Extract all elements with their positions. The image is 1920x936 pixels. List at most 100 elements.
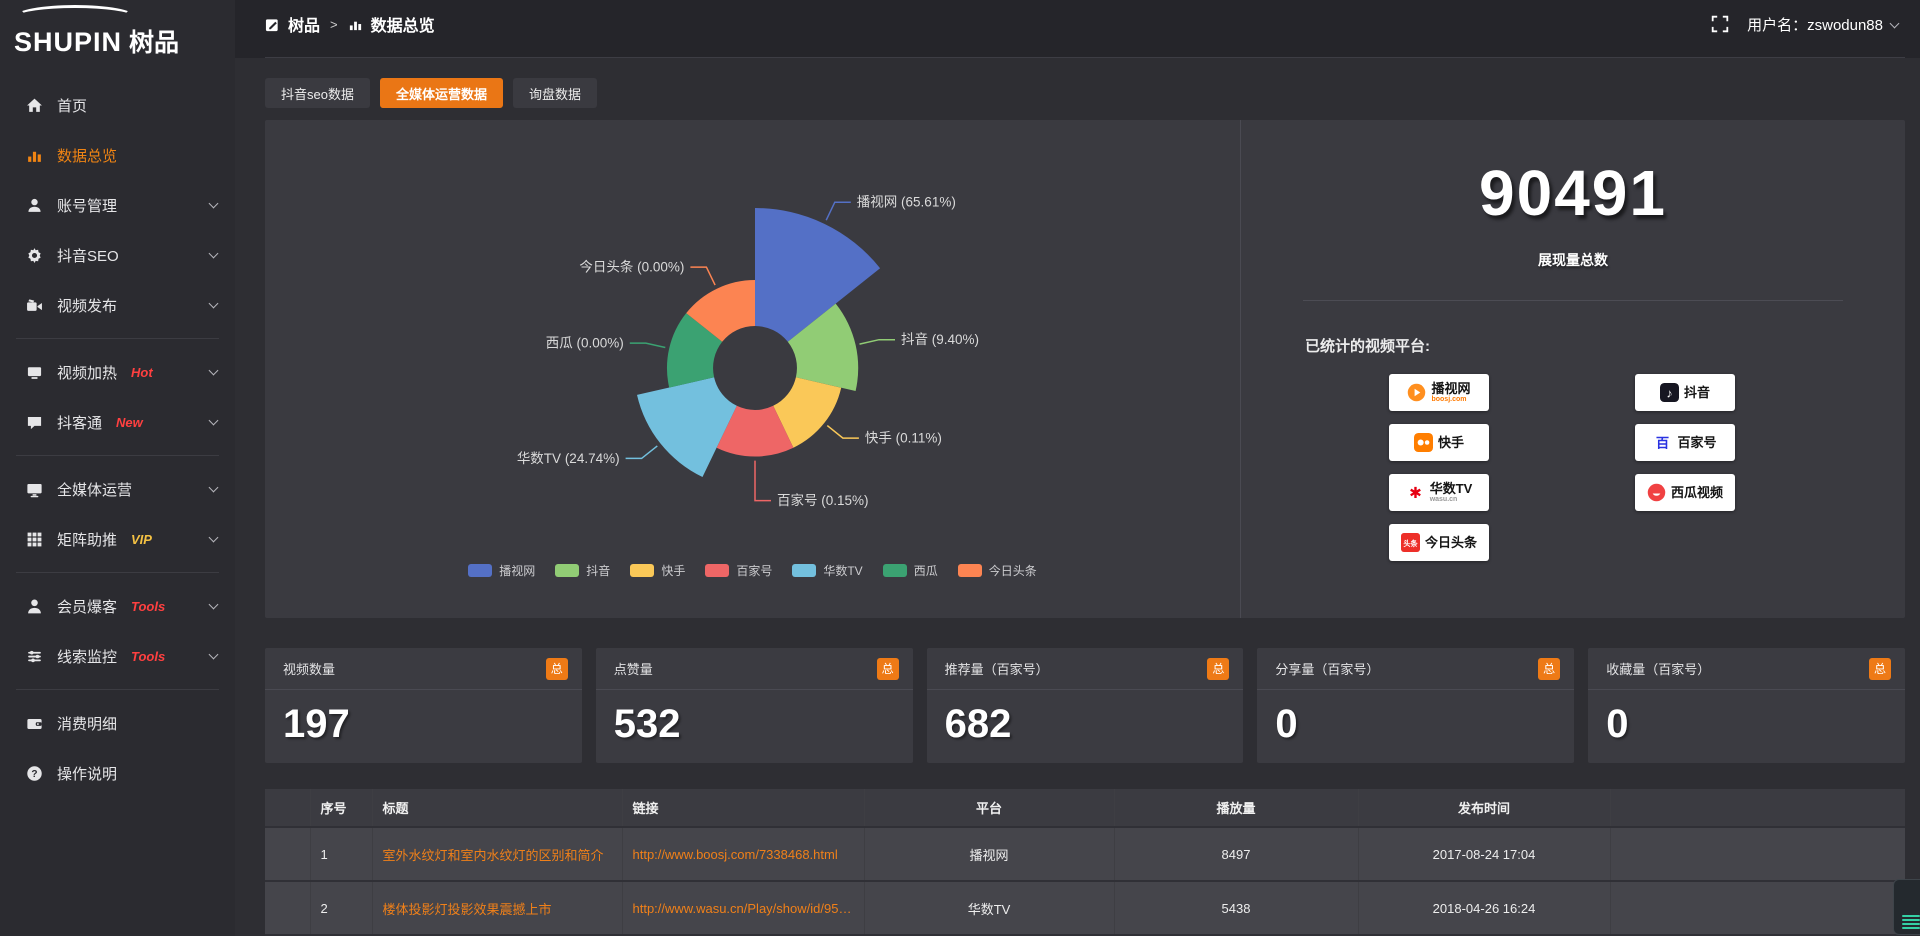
legend-item[interactable]: 百家号 (705, 562, 772, 579)
video-table: 序号标题链接平台播放量发布时间 1室外水纹灯和室内水纹灯的区别和简介http:/… (265, 789, 1905, 936)
sidebar-item-consume-detail[interactable]: 消费明细 (0, 700, 235, 746)
sidebar-item-label: 首页 (57, 95, 87, 116)
platform-grid: 播视网boosj.com♪抖音快手百百家号✱华数TVwasu.cn西瓜视频头条今… (1389, 374, 1905, 561)
douyin-logo: ♪ (1660, 383, 1679, 402)
table-header-3: 平台 (864, 789, 1114, 827)
sidebar-item-account-manage[interactable]: 账号管理 (0, 182, 235, 228)
chevron-down-icon (209, 599, 219, 609)
legend-label: 今日头条 (989, 562, 1037, 579)
sidebar-item-label: 账号管理 (57, 195, 117, 216)
breadcrumb-root[interactable]: 树品 (288, 12, 320, 36)
user-area: 用户名：zswodun88 (1711, 14, 1898, 35)
sidebar-item-op-guide[interactable]: ?操作说明 (0, 750, 235, 796)
total-badge: 总 (1869, 658, 1891, 680)
pie-label: 播视网 (65.61%) (857, 195, 956, 210)
sidebar-item-member-bake[interactable]: 会员爆客Tools (0, 583, 235, 629)
sidebar-divider (16, 338, 219, 339)
person-icon (26, 598, 43, 615)
legend-swatch (792, 564, 816, 577)
cell-link[interactable]: http://www.wasu.cn/Play/show/id/952... (622, 881, 864, 935)
pie-slice-4[interactable] (637, 377, 737, 477)
table-row-1: 2楼体投影灯投影效果震撼上市http://www.wasu.cn/Play/sh… (265, 881, 1905, 935)
legend-item[interactable]: 抖音 (555, 562, 610, 579)
select-all-header (265, 789, 310, 827)
tab-1[interactable]: 全媒体运营数据 (380, 78, 503, 108)
pie-label: 抖音 (9.40%) (901, 331, 979, 347)
svg-text:♪: ♪ (1666, 386, 1672, 400)
svg-text:?: ? (31, 768, 37, 779)
sidebar-item-badge: VIP (131, 532, 152, 547)
tab-0[interactable]: 抖音seo数据 (265, 78, 370, 108)
logo-arc-icon (16, 5, 134, 27)
stat-card-header: 收藏量（百家号）总 (1588, 648, 1905, 690)
pie-label-line (690, 267, 715, 285)
divider (1303, 300, 1843, 301)
sidebar-item-douketong[interactable]: 抖客通New (0, 399, 235, 445)
table-header-empty (1610, 789, 1905, 827)
kuaishou-logo (1414, 433, 1433, 452)
sidebar-item-clue-monitor[interactable]: 线索监控Tools (0, 633, 235, 679)
stat-card-title: 视频数量 (283, 659, 335, 678)
floating-widget[interactable] (1893, 879, 1920, 935)
table-header-1: 标题 (372, 789, 622, 827)
cell-seq: 2 (310, 881, 372, 935)
sidebar-item-media-operation[interactable]: 全媒体运营 (0, 466, 235, 512)
sidebar-item-video-heat[interactable]: 视频加热Hot (0, 349, 235, 395)
sidebar-item-matrix-boost[interactable]: 矩阵助推 VIP (0, 516, 235, 562)
tv-icon (26, 364, 43, 381)
sidebar-item-label: 矩阵助推 (57, 529, 117, 550)
tab-2[interactable]: 询盘数据 (513, 78, 597, 108)
bar-chart-icon (26, 147, 43, 164)
logo: SHUPIN 树品 (0, 0, 235, 62)
sidebar-item-label: 抖音SEO (57, 245, 119, 266)
stat-card-2: 推荐量（百家号）总682 (927, 648, 1244, 763)
chart-legend: 播视网 抖音 快手 百家号 华数TV 西瓜 今日头条 (265, 562, 1240, 579)
chevron-down-icon (1890, 18, 1900, 28)
chevron-down-icon (209, 482, 219, 492)
platform-name: 今日头条 (1425, 536, 1477, 550)
sidebar-item-home[interactable]: 首页 (0, 82, 235, 128)
table-header-0: 序号 (310, 789, 372, 827)
legend-swatch (630, 564, 654, 577)
video-icon (26, 297, 43, 314)
svg-text:头条: 头条 (1403, 539, 1418, 548)
stat-card-header: 分享量（百家号）总 (1257, 648, 1574, 690)
pie-label: 今日头条 (0.00%) (579, 259, 684, 275)
legend-label: 抖音 (586, 562, 610, 579)
sidebar: SHUPIN 树品 首页数据总览账号管理抖音SEO 视频发布视频加热Hot抖客通N… (0, 0, 235, 936)
user-menu[interactable]: 用户名：zswodun88 (1747, 14, 1898, 35)
cell-title[interactable]: 楼体投影灯投影效果震撼上市 (372, 881, 622, 935)
total-badge: 总 (546, 658, 568, 680)
stat-card-title: 分享量（百家号） (1275, 659, 1379, 678)
total-badge: 总 (877, 658, 899, 680)
legend-item[interactable]: 快手 (630, 562, 685, 579)
pie-label-line (630, 343, 666, 347)
video-table-section: 序号标题链接平台播放量发布时间 1室外水纹灯和室内水纹灯的区别和简介http:/… (265, 789, 1905, 936)
legend-item[interactable]: 西瓜 (883, 562, 938, 579)
cell-seq: 1 (310, 827, 372, 881)
cell-link[interactable]: http://www.boosj.com/7338468.html (622, 827, 864, 881)
topbar: 树品 > 数据总览 用户名：zswodun88 (235, 0, 1920, 58)
svg-text:✱: ✱ (1409, 485, 1422, 502)
breadcrumb-current: 数据总览 (371, 12, 435, 36)
pie-label: 西瓜 (0.00%) (546, 336, 624, 351)
question-icon: ? (26, 765, 43, 782)
cell-title[interactable]: 室外水纹灯和室内水纹灯的区别和简介 (372, 827, 622, 881)
legend-item[interactable]: 播视网 (468, 562, 535, 579)
tabs-row: 抖音seo数据全媒体运营数据询盘数据 (265, 78, 1905, 108)
fullscreen-icon[interactable] (1711, 15, 1729, 33)
platform-name: 华数TVwasu.cn (1430, 482, 1473, 503)
app-root: SHUPIN 树品 首页数据总览账号管理抖音SEO视频发布视频加热Hot抖客通N… (0, 0, 1920, 936)
platform-badge-toutiao: 头条今日头条 (1389, 524, 1489, 561)
cell-platform: 华数TV (864, 881, 1114, 935)
legend-item[interactable]: 华数TV (792, 562, 862, 579)
legend-item[interactable]: 今日头条 (958, 562, 1037, 579)
summary-section: 90491 展现量总数 已统计的视频平台: 播视网boosj.com♪抖音快手百… (1240, 120, 1905, 618)
sidebar-item-douyin-seo[interactable]: 抖音SEO (0, 232, 235, 278)
stat-card-value: 0 (1588, 690, 1905, 747)
sidebar-item-video-publish[interactable]: 视频发布 (0, 282, 235, 328)
sidebar-item-data-overview[interactable]: 数据总览 (0, 132, 235, 178)
pie-label-line (755, 461, 771, 501)
baijiahao-logo: 百 (1653, 433, 1672, 452)
stat-card-value: 197 (265, 690, 582, 747)
